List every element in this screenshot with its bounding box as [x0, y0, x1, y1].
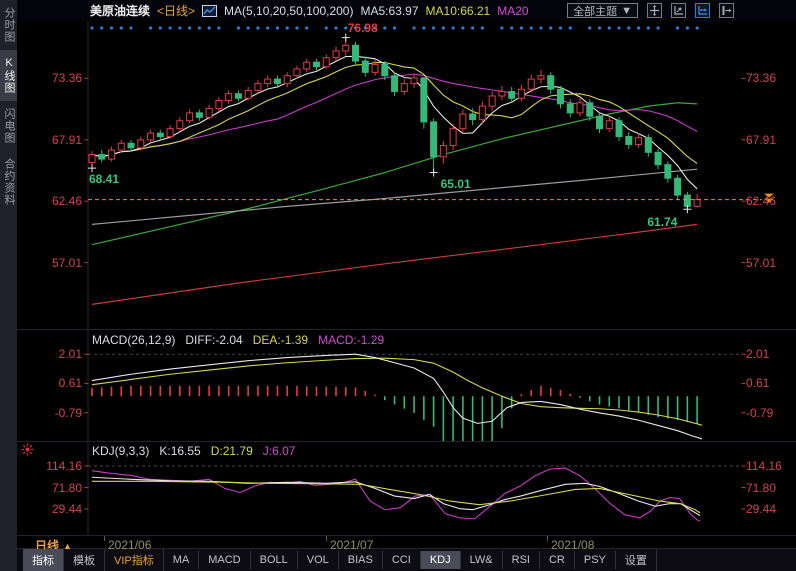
- sidebar-item-2[interactable]: 闪电图: [0, 101, 17, 151]
- divider: [17, 329, 796, 330]
- chart-type-icon[interactable]: [202, 5, 217, 17]
- price-annotation: 76.98: [348, 22, 378, 34]
- toolbar-item-CCI[interactable]: CCI: [383, 551, 421, 569]
- chart-canvas[interactable]: [0, 0, 796, 571]
- price-annotation: 68.41: [89, 173, 119, 185]
- toolbar-item-设置[interactable]: 设置: [616, 549, 657, 571]
- y-axis-label-left: 71.80: [30, 482, 82, 494]
- price-annotation: 65.01: [441, 178, 471, 190]
- y-axis-label-left: 2.01: [30, 348, 82, 360]
- ma-settings-label: MA(5,10,20,50,100,200): [224, 4, 353, 18]
- exit-pan-icon[interactable]: [719, 3, 734, 18]
- y-axis-label-right: 73.36: [746, 72, 776, 84]
- toolbar-item-LW&[interactable]: LW&: [461, 551, 503, 569]
- toolbar-item-VIP指标[interactable]: VIP指标: [105, 549, 164, 571]
- toolbar-item-VOL[interactable]: VOL: [298, 551, 339, 569]
- toolbar-item-MA[interactable]: MA: [164, 551, 200, 569]
- y-axis-label-left: 73.36: [30, 72, 82, 84]
- y-axis-label-right: 71.80: [746, 482, 776, 494]
- y-axis-label-left: 57.01: [30, 257, 82, 269]
- crosshair-move-icon[interactable]: [647, 3, 662, 18]
- y-axis-label-right: 57.01: [746, 257, 776, 269]
- toolbar-item-模板[interactable]: 模板: [64, 549, 105, 571]
- y-axis-label-right: 29.44: [746, 503, 776, 515]
- period-indicator[interactable]: <日线>: [157, 2, 195, 19]
- dropdown-arrow-icon: ▼: [621, 5, 632, 17]
- sidebar-item-3[interactable]: 合约资料: [0, 151, 17, 213]
- toolbar-item-MACD[interactable]: MACD: [199, 551, 250, 569]
- y-axis-label-left: 67.91: [30, 134, 82, 146]
- y-axis-label-left: 0.61: [30, 377, 82, 389]
- instrument-title: 美原油连续: [90, 2, 150, 19]
- y-axis-label-left: -0.79: [30, 407, 82, 419]
- y-axis-label-right: 67.91: [746, 134, 776, 146]
- macd-dea-value: DEA:-1.39: [253, 333, 308, 347]
- indicator-settings-icon[interactable]: [21, 443, 34, 456]
- app-window: 美原油连续 <日线> MA(5,10,20,50,100,200) MA5:63…: [0, 0, 796, 571]
- y-axis-label-left: 114.16: [30, 460, 82, 472]
- macd-diff-value: DIFF:-2.04: [185, 333, 242, 347]
- toolbar-item-BIAS[interactable]: BIAS: [339, 551, 383, 569]
- theme-dropdown[interactable]: 全部主题 ▼: [567, 3, 638, 18]
- y-axis-label-left: 62.46: [30, 195, 82, 207]
- pan-right-icon[interactable]: [695, 3, 710, 18]
- kdj-k-value: K:16.55: [159, 444, 200, 458]
- y-axis-label-right: 0.61: [746, 377, 769, 389]
- x-axis-band: 日线 ▲ 2021/062021/072021/08: [17, 536, 796, 548]
- macd-macd-value: MACD:-1.29: [318, 333, 384, 347]
- kdj-j-value: J:6.07: [263, 444, 296, 458]
- y-axis-label-right: -0.79: [746, 407, 773, 419]
- y-axis-label-right: 2.01: [746, 348, 769, 360]
- y-axis-label-left: 29.44: [30, 503, 82, 515]
- y-axis-label-right: 62.46: [746, 195, 776, 207]
- theme-dropdown-label: 全部主题: [573, 3, 617, 19]
- kdj-d-value: D:21.79: [211, 444, 253, 458]
- toolbar-item-指标[interactable]: 指标: [23, 549, 64, 571]
- x-axis-tick: [547, 536, 548, 541]
- x-axis-tick: [104, 536, 105, 541]
- y-axis-label-right: 114.16: [746, 460, 782, 472]
- divider: [17, 441, 796, 442]
- sidebar-item-0[interactable]: 分时图: [0, 0, 17, 50]
- ma5-value: MA5:63.97: [360, 4, 418, 18]
- toolbar-item-PSY[interactable]: PSY: [575, 551, 616, 569]
- kdj-label: KDJ(9,3,3): [92, 444, 149, 458]
- indicator-toolbar: 指标模板VIP指标MAMACDBOLLVOLBIASCCIKDJLW&RSICR…: [17, 549, 796, 571]
- ma20-value: MA20: [497, 4, 528, 18]
- macd-label: MACD(26,12,9): [92, 333, 175, 347]
- sidebar: 分时图K线图闪电图合约资料: [0, 0, 17, 571]
- sidebar-item-1[interactable]: K线图: [0, 50, 17, 101]
- x-axis-tick: [326, 536, 327, 541]
- topbar: 美原油连续 <日线> MA(5,10,20,50,100,200) MA5:63…: [17, 0, 796, 21]
- price-annotation: 61.74: [647, 216, 677, 228]
- ma10-value: MA10:66.21: [426, 4, 491, 18]
- macd-header: MACD(26,12,9) DIFF:-2.04 DEA:-1.39 MACD:…: [92, 333, 384, 347]
- toolbar-item-KDJ[interactable]: KDJ: [421, 551, 461, 569]
- kdj-header: KDJ(9,3,3) K:16.55 D:21.79 J:6.07: [92, 444, 295, 458]
- toolbar-item-BOLL[interactable]: BOLL: [251, 551, 298, 569]
- fit-chart-icon[interactable]: [671, 3, 686, 18]
- toolbar-item-CR[interactable]: CR: [540, 551, 575, 569]
- toolbar-item-RSI[interactable]: RSI: [503, 551, 540, 569]
